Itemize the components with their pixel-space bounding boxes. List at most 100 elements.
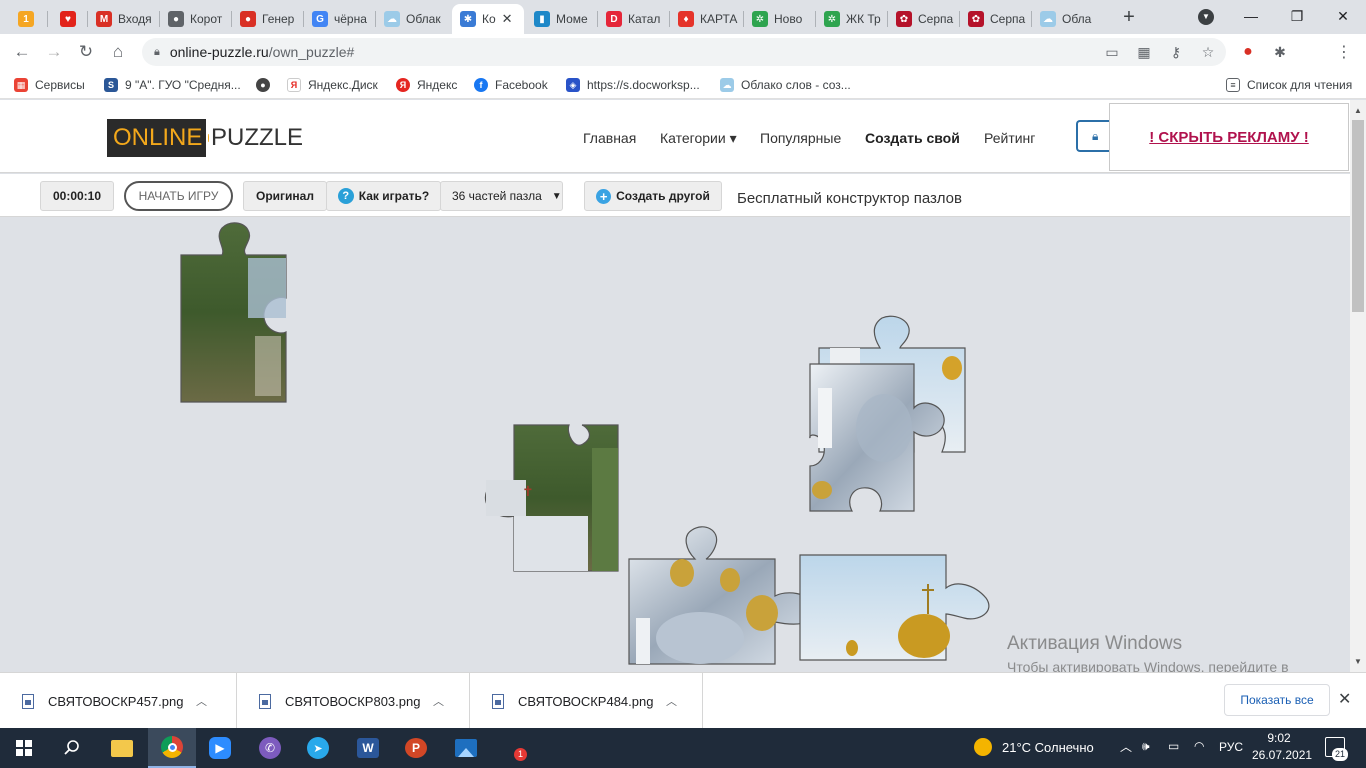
chevron-up-icon[interactable]: ︿	[666, 693, 677, 709]
start-game-button[interactable]: НАЧАТЬ ИГРУ	[124, 181, 233, 211]
original-button[interactable]: Оригинал	[243, 181, 327, 211]
puzzle-piece[interactable]	[628, 526, 819, 665]
tab-4[interactable]: ● Корот	[160, 4, 232, 34]
tab-1[interactable]: 1	[10, 4, 48, 34]
qr-code-icon[interactable]: ▦	[1134, 42, 1154, 62]
search-button[interactable]	[48, 728, 96, 768]
tab-14[interactable]: ✿ Серпа	[888, 4, 960, 34]
tab-5[interactable]: ● Генер	[232, 4, 304, 34]
telegram-button[interactable]: ➤	[294, 728, 342, 768]
windows-activation-title: Активация Windows	[1007, 633, 1183, 654]
puzzle-piece[interactable]	[799, 554, 990, 661]
nav-categories[interactable]: Категории ▾	[660, 130, 737, 147]
reading-list[interactable]: ≡ Список для чтения	[1226, 76, 1352, 94]
word-button[interactable]: W	[344, 728, 392, 768]
nav-rating[interactable]: Рейтинг	[984, 130, 1035, 146]
create-other-button[interactable]: + Создать другой	[584, 181, 722, 211]
tab-7[interactable]: ☁ Облак	[376, 4, 448, 34]
maximize-button[interactable]: ❐	[1274, 0, 1320, 32]
file-explorer-button[interactable]	[98, 728, 146, 768]
bookmark-facebook[interactable]: f Facebook	[474, 76, 548, 94]
extensions-puzzle-icon[interactable]: ✱	[1270, 42, 1290, 62]
scroll-down-icon[interactable]: ▼	[1350, 654, 1366, 668]
tab-12[interactable]: ✲ Ново	[744, 4, 816, 34]
address-bar[interactable]: 🔒︎ online-puzzle.ru/own_puzzle#	[142, 38, 1226, 66]
svg-text:✝: ✝	[522, 484, 534, 500]
home-button[interactable]: ⌂	[104, 38, 132, 66]
bookmark-word-cloud[interactable]: ☁ Облако слов - соз...	[720, 76, 851, 94]
tab-11[interactable]: ♦ КАРТА	[670, 4, 744, 34]
weather-sun-icon[interactable]	[974, 738, 992, 756]
page-scrollbar[interactable]: ▲ ▼	[1350, 100, 1366, 672]
cast-icon[interactable]: ▭	[1102, 42, 1122, 62]
lock-icon[interactable]: 🔒︎	[154, 46, 160, 59]
bookmark-docworkspace[interactable]: ◈ https://s.docworksp...	[566, 76, 700, 94]
logo-text-puzzle: PUZZLE	[210, 124, 303, 151]
new-tab-button[interactable]: +	[1118, 6, 1140, 28]
wifi-icon[interactable]: ◠	[1194, 739, 1204, 753]
download-item[interactable]: СВЯТОВОСКР803.png ︿	[237, 673, 470, 729]
bookmark-school[interactable]: S 9 "А". ГУО "Средня...	[104, 76, 241, 94]
clock-date[interactable]: 26.07.2021	[1252, 748, 1312, 762]
bookmark-yandex-disk[interactable]: Я Яндекс.Диск	[287, 76, 378, 94]
forward-button[interactable]: →	[40, 38, 68, 66]
bookmark-yandex[interactable]: Я Яндекс	[396, 76, 457, 94]
tab-close-icon[interactable]: ✕	[502, 11, 513, 27]
puzzle-board[interactable]: ✝	[0, 218, 1350, 672]
puzzle-toolbar: 00:00:10 НАЧАТЬ ИГРУ Оригинал ? Как играт…	[0, 174, 1350, 217]
bookmark-star-icon[interactable]: ☆	[1198, 42, 1218, 62]
back-button[interactable]: ←	[8, 38, 36, 66]
puzzle-piece[interactable]: ✝	[484, 424, 619, 572]
viber-button[interactable]: ✆ 1	[246, 728, 527, 768]
weather-text[interactable]: 21°C Солнечно	[1002, 740, 1094, 755]
powerpoint-button[interactable]: P	[392, 728, 440, 768]
scroll-up-icon[interactable]: ▲	[1350, 103, 1366, 117]
tab-15[interactable]: ✿ Серпа	[960, 4, 1032, 34]
hide-ads-link[interactable]: ! СКРЫТЬ РЕКЛАМУ !	[1149, 129, 1308, 146]
chevron-up-icon[interactable]: ︿	[433, 693, 444, 709]
tab-favicon: ▮	[534, 11, 550, 27]
tab-13[interactable]: ✲ ЖК Тр	[816, 4, 888, 34]
zoom-button[interactable]: ▶	[196, 728, 244, 768]
minimize-button[interactable]: —	[1228, 0, 1274, 32]
close-download-bar-icon[interactable]: ✕	[1338, 689, 1351, 709]
site-logo[interactable]: ONLINE PUZZLE	[107, 119, 303, 157]
menu-kebab-icon[interactable]: ⋮	[1334, 42, 1354, 62]
clock-time[interactable]: 9:02	[1257, 731, 1301, 745]
nav-create[interactable]: Создать свой	[865, 130, 960, 146]
download-item[interactable]: СВЯТОВОСКР484.png ︿	[470, 673, 703, 729]
show-all-downloads-button[interactable]: Показать все	[1224, 684, 1330, 716]
tab-10[interactable]: D Катал	[598, 4, 670, 34]
how-to-play-button[interactable]: ? Как играть?	[326, 181, 441, 211]
bookmark-globe[interactable]: ●	[256, 76, 277, 94]
reload-button[interactable]: ↻	[72, 38, 100, 66]
download-item[interactable]: СВЯТОВОСКР457.png ︿	[0, 673, 237, 729]
pieces-count-select[interactable]: 36 частей пазла ▼	[440, 181, 563, 211]
close-window-button[interactable]: ✕	[1320, 0, 1366, 32]
scrollbar-thumb[interactable]	[1352, 120, 1364, 312]
chevron-up-icon[interactable]: ︿	[196, 693, 207, 709]
key-icon[interactable]: ⚷	[1166, 42, 1186, 62]
photos-button[interactable]	[442, 728, 490, 768]
yandex-icon: Я	[396, 78, 410, 92]
tab-2[interactable]: ♥	[52, 4, 88, 34]
nav-home[interactable]: Главная	[583, 130, 636, 146]
start-button[interactable]	[0, 728, 48, 768]
network-icon[interactable]: ▭	[1168, 739, 1179, 753]
volume-icon[interactable]: 🕪︎	[1142, 739, 1150, 754]
tab-mail[interactable]: M Входя	[88, 4, 160, 34]
nav-popular[interactable]: Популярные	[760, 130, 841, 146]
tab-active[interactable]: ✱ Ко ✕	[452, 4, 524, 34]
extension-opera-icon[interactable]: ●	[1238, 42, 1258, 62]
globe-icon: ●	[256, 78, 270, 92]
bookmark-services[interactable]: ▦ Сервисы	[14, 76, 85, 94]
language-indicator[interactable]: РУС	[1219, 740, 1243, 754]
tab-google[interactable]: Gчёрна	[304, 4, 376, 34]
facebook-icon: f	[474, 78, 488, 92]
tab-16[interactable]: ☁ Обла	[1032, 4, 1104, 34]
tab-9[interactable]: ▮ Моме	[526, 4, 598, 34]
tab-search-icon[interactable]: ▼	[1198, 9, 1214, 25]
tray-chevron-icon[interactable]: ︿	[1120, 738, 1132, 755]
chrome-button[interactable]	[148, 728, 196, 768]
puzzle-piece[interactable]	[180, 222, 287, 403]
